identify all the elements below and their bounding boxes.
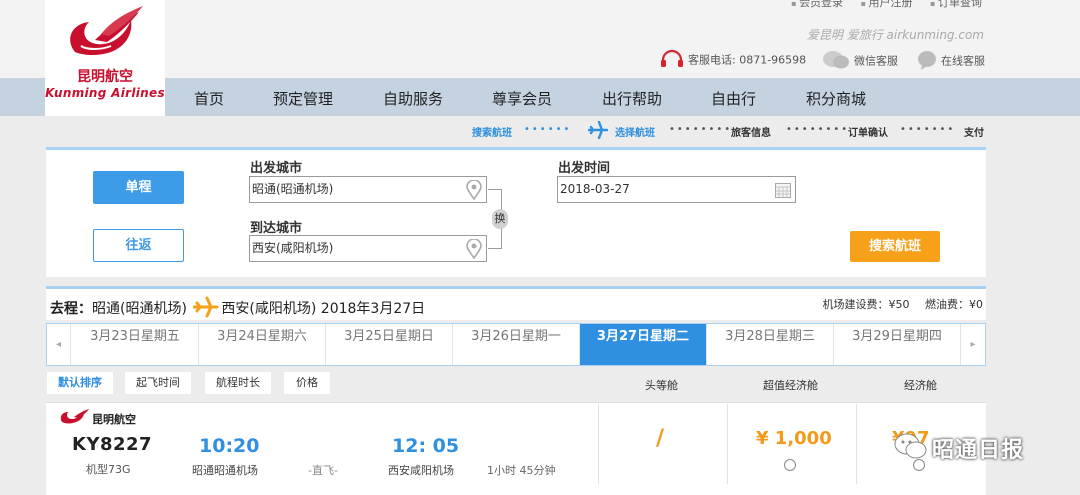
- brand-name-en: Kunming Airlines: [45, 86, 165, 100]
- step-payment: 支付: [964, 128, 984, 139]
- arrive-city-input[interactable]: 西安(咸阳机场): [249, 235, 487, 262]
- phoenix-logo-icon: [70, 6, 143, 55]
- sort-duration[interactable]: 航程时长: [205, 372, 271, 394]
- date-tab-0326[interactable]: 3月26日星期一: [453, 324, 580, 365]
- headset-icon: [660, 49, 684, 71]
- nav-self-service[interactable]: 自助服务: [383, 88, 443, 109]
- watermark-text: 昭通日报: [932, 438, 1025, 463]
- date-tab-0324[interactable]: 3月24日星期六: [199, 324, 326, 365]
- divider: [856, 404, 857, 484]
- depart-date-input[interactable]: 2018-03-27: [557, 176, 796, 203]
- hotline-label: 客服电话: 0871-96598: [688, 53, 807, 67]
- chat-bubble-icon: [917, 50, 937, 73]
- plane-step-icon: [587, 120, 609, 142]
- flight-number: KY8227: [72, 434, 153, 455]
- divider: [598, 404, 599, 484]
- arrive-city-value: 西安(咸阳机场): [252, 241, 334, 255]
- flight-duration: 1小时 45分钟: [487, 464, 556, 477]
- order-query-link[interactable]: 订单查询: [930, 0, 982, 9]
- arrive-time: 12: 05: [392, 435, 460, 457]
- location-pin-icon: [466, 179, 482, 209]
- super-economy-radio[interactable]: [784, 459, 796, 471]
- first-class-price: /: [656, 426, 665, 451]
- member-login-link[interactable]: 会员登录: [791, 0, 843, 9]
- arrive-city-label: 到达城市: [250, 221, 303, 236]
- depart-city-label: 出发城市: [250, 161, 303, 176]
- nav-travel-help[interactable]: 出行帮助: [602, 88, 662, 109]
- watermark: 昭通日报: [892, 430, 1052, 464]
- search-flights-button[interactable]: 搜索航班: [850, 231, 940, 262]
- nav-home[interactable]: 首页: [194, 88, 224, 109]
- route-to: 西安(咸阳机场): [221, 301, 317, 317]
- online-service[interactable]: 在线客服: [917, 50, 985, 73]
- wechat-service[interactable]: 微信客服: [822, 50, 898, 73]
- route-summary: 去程：昭通(昭通机场) 西安(咸阳机场) 2018年3月27日: [50, 296, 425, 322]
- depart-city-input[interactable]: 昭通(昭通机场): [249, 176, 487, 203]
- hotline: 客服电话: 0871-96598: [660, 49, 807, 71]
- wechat-icon: [822, 50, 850, 73]
- col-economy: 经济舱: [904, 379, 937, 392]
- calendar-icon[interactable]: [775, 182, 791, 207]
- depart-date-label: 出发时间: [558, 161, 611, 176]
- slogan: 爱昆明 爱旅行 airkunming.com: [806, 28, 984, 42]
- step-divider: •••••••: [900, 124, 956, 135]
- col-first-class: 头等舱: [645, 379, 678, 392]
- brand-name-cn: 昆明航空: [77, 69, 133, 85]
- step-divider: ••••••••: [669, 124, 733, 135]
- airline-logo-small: [58, 408, 90, 429]
- sort-departure-time[interactable]: 起飞时间: [125, 372, 191, 394]
- super-economy-price: ¥ 1,000: [756, 428, 832, 449]
- nav-vip-member[interactable]: 尊享会员: [492, 88, 552, 109]
- flight-row: [46, 402, 986, 495]
- divider: [727, 404, 728, 484]
- route-from: 昭通(昭通机场): [92, 301, 187, 317]
- step-passenger-info: 旅客信息: [731, 128, 771, 139]
- aircraft-type: 机型73G: [86, 463, 131, 476]
- oneway-button[interactable]: 单程: [93, 171, 184, 204]
- step-divider: ••••••: [524, 124, 572, 135]
- date-tab-0325[interactable]: 3月25日星期日: [326, 324, 453, 365]
- top-links: 会员登录 用户注册 订单查询: [777, 0, 982, 10]
- wechat-label: 微信客服: [854, 54, 898, 68]
- swap-cities-button[interactable]: 换: [492, 209, 508, 229]
- airport-fee: 机场建设费：¥50: [822, 298, 910, 311]
- fuel-fee: 燃油费：¥0: [925, 298, 983, 311]
- depart-city-value: 昭通(昭通机场): [252, 182, 334, 196]
- date-tab-0329[interactable]: 3月29日星期四: [834, 324, 961, 365]
- step-order-confirm: 订单确认: [848, 128, 888, 139]
- fees: 机场建设费：¥50 燃油费：¥0: [823, 296, 984, 312]
- online-label: 在线客服: [941, 54, 985, 68]
- step-search: 搜索航班: [472, 128, 512, 139]
- nav-points-mall[interactable]: 积分商城: [806, 88, 866, 109]
- airline-logo[interactable]: 昆明航空 Kunming Airlines: [45, 0, 165, 116]
- route-prefix: 去程：: [50, 301, 92, 317]
- search-panel: [46, 147, 986, 277]
- depart-airport: 昭通昭通机场: [192, 464, 258, 477]
- nav-free-travel[interactable]: 自由行: [711, 88, 756, 109]
- depart-date-value: 2018-03-27: [560, 182, 630, 196]
- wechat-watermark-icon: [894, 432, 928, 465]
- depart-time: 10:20: [199, 435, 260, 457]
- date-tab-0328[interactable]: 3月28日星期三: [707, 324, 834, 365]
- date-tab-0327-selected[interactable]: 3月27日星期二: [580, 324, 707, 365]
- date-next-button[interactable]: ▸: [961, 324, 985, 365]
- sort-price[interactable]: 价格: [284, 372, 330, 394]
- step-divider: ••••••••: [786, 124, 850, 135]
- location-pin-icon: [466, 238, 482, 268]
- sort-default[interactable]: 默认排序: [47, 372, 113, 394]
- roundtrip-button[interactable]: 往返: [93, 229, 184, 262]
- nav-booking-management[interactable]: 预定管理: [273, 88, 333, 109]
- direct-flight: -直飞-: [308, 464, 338, 477]
- date-prev-button[interactable]: ◂: [47, 324, 71, 365]
- flight-airline: 昆明航空: [92, 413, 136, 426]
- orange-plane-icon: [192, 296, 219, 322]
- date-tab-0323[interactable]: 3月23日星期五: [72, 324, 199, 365]
- col-super-economy: 超值经济舱: [763, 379, 818, 392]
- arrive-airport: 西安咸阳机场: [388, 464, 454, 477]
- register-link[interactable]: 用户注册: [861, 0, 913, 9]
- route-date: 2018年3月27日: [320, 301, 426, 317]
- step-select-flight: 选择航班: [615, 128, 655, 139]
